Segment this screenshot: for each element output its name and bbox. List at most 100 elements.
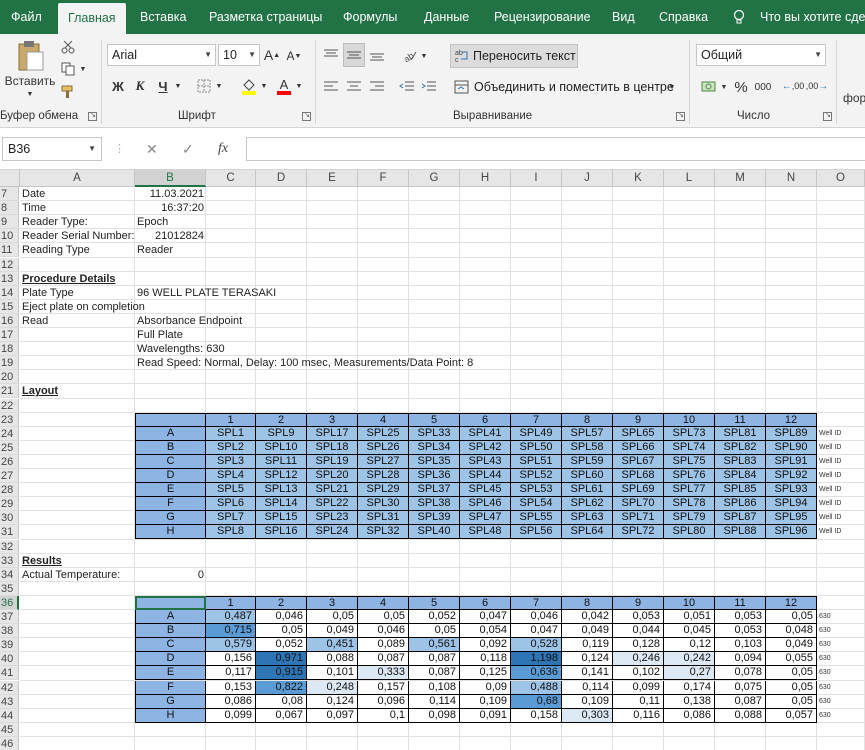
layout-cell[interactable]: SPL3 [206, 454, 256, 469]
alignment-launcher-icon[interactable]: ↘ [676, 112, 685, 121]
cell-time-label[interactable]: Time [20, 201, 135, 215]
plate-col-header[interactable]: 7 [511, 412, 562, 427]
layout-cell[interactable]: SPL77 [664, 483, 715, 498]
plate-col-header[interactable]: 11 [715, 595, 766, 610]
result-cell[interactable]: 0,052 [256, 638, 307, 653]
row-header-13[interactable]: 13 [0, 271, 19, 286]
cell-serial-label[interactable]: Reader Serial Number: [20, 229, 135, 243]
layout-cell[interactable]: SPL62 [562, 497, 613, 512]
result-cell[interactable]: 0,051 [664, 610, 715, 624]
tab-insert[interactable]: Вставка [140, 0, 186, 34]
cell-plate-type-value[interactable]: 96 WELL PLATE TERASAKI [135, 286, 276, 300]
plate-col-header[interactable]: 6 [460, 595, 511, 610]
cell-reading-type-value[interactable]: Reader [135, 243, 206, 257]
layout-cell[interactable]: SPL95 [766, 511, 817, 526]
cell-serial-value[interactable]: 21012824 [135, 229, 206, 243]
number-format-select[interactable]: Общий ▼ [696, 44, 826, 66]
result-cell[interactable]: 0,047 [460, 610, 511, 624]
layout-cell[interactable]: SPL47 [460, 511, 511, 526]
formula-input[interactable] [246, 137, 865, 161]
layout-cell[interactable]: SPL55 [511, 511, 562, 526]
layout-cell[interactable]: SPL20 [307, 469, 358, 483]
result-cell[interactable]: 0,487 [206, 610, 256, 624]
cell-date-label[interactable]: Date [20, 187, 135, 201]
layout-cell[interactable]: SPL72 [613, 525, 664, 540]
layout-cell[interactable]: SPL23 [307, 511, 358, 526]
fill-color-dropdown-icon[interactable]: ▼ [259, 81, 269, 91]
plate-col-header[interactable]: 9 [613, 595, 664, 610]
layout-cell[interactable]: SPL5 [206, 483, 256, 498]
row-header-14[interactable]: 14 [0, 285, 19, 300]
align-left-icon[interactable] [322, 78, 340, 96]
layout-cell[interactable]: SPL60 [562, 469, 613, 483]
row-header-42[interactable]: 42 [0, 680, 19, 695]
layout-cell[interactable]: SPL27 [358, 454, 409, 469]
result-cell[interactable]: 0,089 [358, 638, 409, 653]
layout-cell[interactable]: SPL7 [206, 511, 256, 526]
row-header-9[interactable]: 9 [0, 215, 19, 230]
plate-col-header[interactable]: 9 [613, 412, 664, 427]
result-cell[interactable]: 0,153 [206, 680, 256, 695]
layout-cell[interactable]: SPL75 [664, 454, 715, 469]
result-cell[interactable]: 0,047 [511, 624, 562, 639]
tab-home[interactable]: Главная [58, 3, 126, 34]
layout-cell[interactable]: SPL16 [256, 525, 307, 540]
plate-col-header[interactable]: 11 [715, 412, 766, 427]
merge-dropdown-icon[interactable]: ▼ [667, 82, 677, 92]
tab-help[interactable]: Справка [659, 0, 708, 34]
layout-cell[interactable]: SPL41 [460, 426, 511, 441]
result-cell[interactable]: 1,198 [511, 652, 562, 667]
clipboard-launcher-icon[interactable]: ↘ [88, 112, 97, 121]
result-cell[interactable]: 0,124 [307, 694, 358, 709]
styles-group-partial[interactable]: фор [843, 90, 865, 106]
plate-row-header[interactable]: E [135, 483, 206, 498]
row-header-35[interactable]: 35 [0, 581, 19, 596]
row-header-33[interactable]: 33 [0, 553, 19, 568]
column-header-k[interactable]: K [613, 170, 664, 187]
layout-cell[interactable]: SPL63 [562, 511, 613, 526]
plate-row-header[interactable]: B [135, 624, 206, 639]
result-cell[interactable]: 0,054 [460, 624, 511, 639]
result-cell[interactable]: 0,128 [613, 638, 664, 653]
layout-cell[interactable]: SPL9 [256, 426, 307, 441]
layout-cell[interactable]: SPL43 [460, 454, 511, 469]
cell-reading-type-label[interactable]: Reading Type [20, 243, 135, 257]
layout-cell[interactable]: SPL33 [409, 426, 460, 441]
row-header-44[interactable]: 44 [0, 708, 19, 723]
font-name-select[interactable]: Arial ▼ [107, 44, 216, 66]
row-header-15[interactable]: 15 [0, 299, 19, 314]
layout-cell[interactable]: SPL70 [613, 497, 664, 512]
paste-dropdown-icon[interactable]: ▼ [24, 89, 36, 99]
tab-page-layout[interactable]: Разметка страницы [209, 0, 322, 34]
orientation-icon[interactable]: ab [400, 46, 418, 64]
orientation-dropdown-icon[interactable]: ▼ [419, 51, 429, 61]
column-header-a[interactable]: A [20, 170, 135, 187]
row-header-36[interactable]: 36 [0, 595, 19, 610]
plate-col-header[interactable]: 6 [460, 412, 511, 427]
layout-cell[interactable]: SPL10 [256, 440, 307, 455]
result-cell[interactable]: 0,68 [511, 694, 562, 709]
select-all-corner[interactable] [0, 170, 20, 187]
row-header-45[interactable]: 45 [0, 722, 19, 737]
plate-col-header[interactable]: 8 [562, 412, 613, 427]
layout-cell[interactable]: SPL94 [766, 497, 817, 512]
cell-full-plate[interactable]: Full Plate [135, 328, 206, 342]
result-cell[interactable]: 0,156 [206, 652, 256, 667]
result-cell[interactable]: 0,052 [409, 610, 460, 624]
plate-row-header[interactable]: E [135, 666, 206, 681]
layout-cell[interactable]: SPL92 [766, 469, 817, 483]
result-cell[interactable]: 0,303 [562, 708, 613, 723]
result-cell[interactable]: 0,049 [562, 624, 613, 639]
layout-cell[interactable]: SPL17 [307, 426, 358, 441]
layout-cell[interactable]: SPL74 [664, 440, 715, 455]
layout-cell[interactable]: SPL69 [613, 483, 664, 498]
copy-dropdown-icon[interactable]: ▼ [78, 64, 88, 74]
result-cell[interactable]: 0,451 [307, 638, 358, 653]
result-cell[interactable]: 0,488 [511, 680, 562, 695]
layout-cell[interactable]: SPL83 [715, 454, 766, 469]
merge-center-button[interactable]: Объединить и поместить в центре [454, 76, 674, 100]
result-cell[interactable]: 0,248 [307, 680, 358, 695]
result-cell[interactable]: 0,09 [460, 680, 511, 695]
row-header-8[interactable]: 8 [0, 201, 19, 216]
fill-color-icon[interactable] [240, 76, 258, 96]
